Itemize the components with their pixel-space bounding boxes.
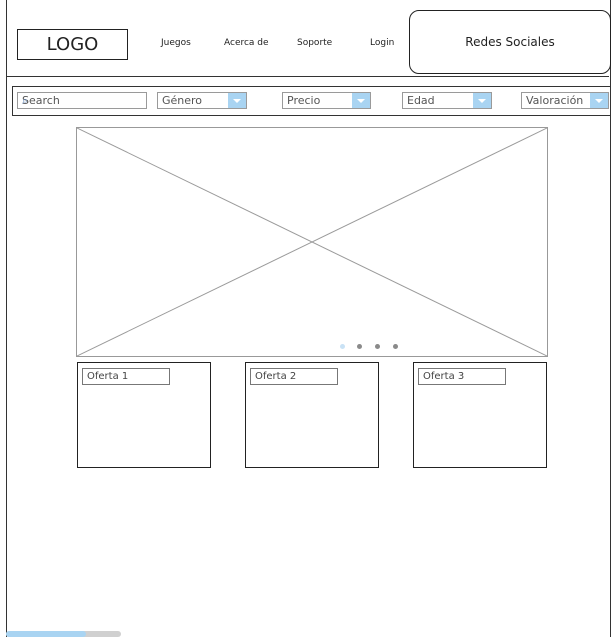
carousel-image-placeholder[interactable] <box>76 127 548 357</box>
offer-card-2[interactable]: Oferta 2 <box>245 362 379 468</box>
offer-card-1[interactable]: Oferta 1 <box>77 362 211 468</box>
chevron-down-icon <box>473 93 491 108</box>
age-select[interactable]: Edad <box>402 92 492 109</box>
nav-juegos[interactable]: Juegos <box>161 38 191 48</box>
carousel-dot-3[interactable] <box>375 344 380 349</box>
offer-title: Oferta 2 <box>250 368 338 385</box>
offer-title: Oferta 1 <box>82 368 170 385</box>
logo[interactable]: LOGO <box>17 29 128 60</box>
search-input[interactable]: Search ⌕ <box>17 92 147 109</box>
offer-card-3[interactable]: Oferta 3 <box>413 362 547 468</box>
header-divider <box>6 76 609 77</box>
rating-select[interactable]: Valoración <box>521 92 609 109</box>
search-icon: ⌕ <box>22 94 29 107</box>
offer-title: Oferta 3 <box>418 368 506 385</box>
price-select[interactable]: Precio <box>282 92 371 109</box>
nav-soporte[interactable]: Soporte <box>297 38 332 48</box>
genre-select[interactable]: Género <box>157 92 247 109</box>
rating-label: Valoración <box>526 94 584 107</box>
price-label: Precio <box>287 94 321 107</box>
chevron-down-icon <box>228 93 246 108</box>
nav-acerca-de[interactable]: Acerca de <box>224 38 269 48</box>
carousel-dot-1[interactable] <box>340 344 345 349</box>
genre-label: Género <box>162 94 203 107</box>
carousel-dot-2[interactable] <box>357 344 362 349</box>
nav-login[interactable]: Login <box>370 38 394 48</box>
social-links[interactable]: Redes Sociales <box>409 10 611 74</box>
chevron-down-icon <box>590 93 608 108</box>
image-placeholder-icon <box>77 128 547 356</box>
chevron-down-icon <box>352 93 370 108</box>
age-label: Edad <box>407 94 435 107</box>
scrollbar-thumb[interactable] <box>6 631 86 637</box>
carousel-dot-4[interactable] <box>393 344 398 349</box>
